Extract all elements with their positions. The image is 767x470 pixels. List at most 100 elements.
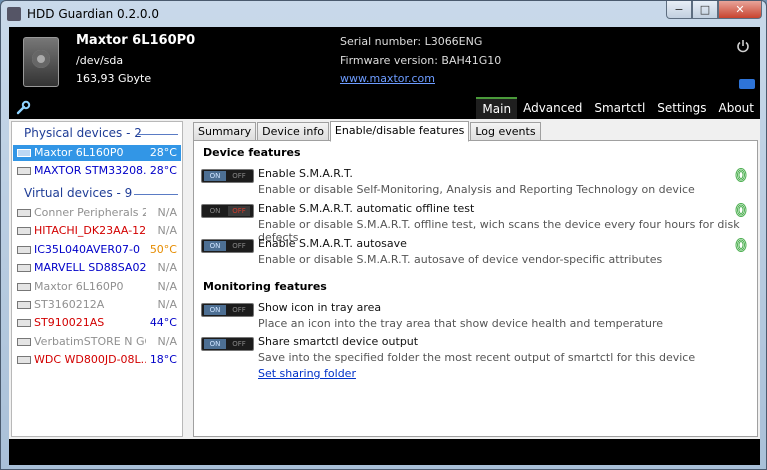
device-name: ST910021AS xyxy=(34,316,105,330)
nav-tab-advanced[interactable]: Advanced xyxy=(517,97,588,119)
toggle-off-label: OFF xyxy=(232,172,246,180)
toggle-off-label: OFF xyxy=(232,306,246,314)
maximize-button[interactable]: □ xyxy=(692,1,718,19)
device-list: Physical devices - 2 Virtual devices - 9… xyxy=(11,121,183,437)
feature-toggle[interactable]: ON OFF xyxy=(201,169,254,183)
device-temperature: 50°C xyxy=(149,242,177,256)
fingerprint-icon xyxy=(735,238,747,252)
feature-title: Enable S.M.A.R.T. autosave xyxy=(258,237,407,250)
main-nav: Main Advanced Smartctl Settings About xyxy=(9,97,760,121)
virtual-devices-header: Virtual devices - 9 xyxy=(24,186,133,200)
minimize-button[interactable]: − xyxy=(666,1,692,19)
device-name: MARVELL SD88SA02... xyxy=(34,261,146,275)
device-list-item[interactable]: VerbatimSTORE N GO N/A xyxy=(13,334,181,350)
device-temperature: N/A xyxy=(157,206,177,219)
nav-tabs: Main Advanced Smartctl Settings About xyxy=(476,97,760,121)
device-temperature: N/A xyxy=(157,224,177,238)
drive-icon xyxy=(17,319,31,328)
drive-icon xyxy=(17,282,31,291)
hard-disk-icon xyxy=(23,37,59,87)
device-list-item[interactable]: Maxtor 6L160P0 28°C xyxy=(13,145,181,161)
tab-summary[interactable]: Summary xyxy=(193,122,257,142)
toggle-on-label: ON xyxy=(204,305,226,315)
nav-tab-settings[interactable]: Settings xyxy=(651,97,712,119)
close-button[interactable]: ✕ xyxy=(718,1,762,19)
device-temperature: N/A xyxy=(157,334,177,348)
physical-devices-header: Physical devices - 2 xyxy=(24,126,142,140)
details-area: Summary Device info Enable/disable feature… xyxy=(193,121,758,437)
device-header: Maxtor 6L160P0 /dev/sda 163,93 Gbyte Ser… xyxy=(9,27,760,97)
feature-title: Share smartctl device output xyxy=(258,335,419,348)
device-list-item[interactable]: IC35L040AVER07-0 50°C xyxy=(13,242,181,258)
device-name: MAXTOR STM33208... xyxy=(34,164,146,177)
nav-tab-about[interactable]: About xyxy=(713,97,760,119)
drive-icon xyxy=(17,149,31,157)
set-sharing-folder-link[interactable]: Set sharing folder xyxy=(258,367,356,380)
device-name: ST3160212A xyxy=(34,298,105,311)
nav-tab-smartctl[interactable]: Smartctl xyxy=(588,97,651,119)
toggle-on-label: ON xyxy=(209,207,221,215)
firmware-version: Firmware version: BAH41G10 xyxy=(340,54,502,67)
power-icon[interactable] xyxy=(736,39,750,53)
vendor-link[interactable]: www.maxtor.com xyxy=(340,72,435,85)
main-content: Physical devices - 2 Virtual devices - 9… xyxy=(9,119,760,439)
device-list-item[interactable]: WDC WD800JD-08L... 18°C xyxy=(13,352,181,368)
feature-description: Enable or disable Self-Monitoring, Analy… xyxy=(258,183,695,196)
toggle-on-label: ON xyxy=(204,339,226,349)
device-path: /dev/sda xyxy=(76,54,124,67)
features-panel: Device features Monitoring features Set … xyxy=(193,140,758,437)
device-name: IC35L040AVER07-0 xyxy=(34,242,140,256)
monitoring-features-heading: Monitoring features xyxy=(203,280,327,293)
drive-icon xyxy=(17,209,31,217)
feature-toggle[interactable]: ON OFF xyxy=(201,337,254,351)
toggle-off-label: OFF xyxy=(232,340,246,348)
device-name: Maxtor 6L160P0 xyxy=(34,279,124,293)
serial-number: Serial number: L3066ENG xyxy=(340,35,483,48)
feature-title: Show icon in tray area xyxy=(258,301,382,314)
feature-description: Place an icon into the tray area that sh… xyxy=(258,317,664,330)
drive-icon xyxy=(17,337,31,346)
feature-toggle[interactable]: ON OFF xyxy=(201,239,254,253)
app-icon xyxy=(7,7,21,21)
device-temperature: 28°C xyxy=(149,146,177,159)
toggle-on-label: ON xyxy=(204,171,226,181)
feature-description: Save into the specified folder the most … xyxy=(258,351,696,364)
fingerprint-icon xyxy=(735,203,747,217)
device-name: HITACHI_DK23AA-12B xyxy=(34,224,146,238)
tab-device-info[interactable]: Device info xyxy=(257,122,329,142)
device-size: 163,93 Gbyte xyxy=(76,72,152,85)
device-list-item[interactable]: ST3160212A N/A xyxy=(13,297,181,313)
toggle-on-label: ON xyxy=(204,241,226,251)
wrench-icon[interactable] xyxy=(15,100,31,116)
device-temperature: 28°C xyxy=(149,164,177,177)
fingerprint-icon xyxy=(735,168,747,182)
tab-log-events[interactable]: Log events xyxy=(470,122,541,142)
tab-enable-disable-features[interactable]: Enable/disable features xyxy=(329,121,470,142)
sub-tabs: Summary Device info Enable/disable feature… xyxy=(193,121,542,142)
nav-tab-main[interactable]: Main xyxy=(476,97,518,121)
device-temperature: N/A xyxy=(157,261,177,275)
drive-icon xyxy=(17,301,31,309)
drive-icon xyxy=(17,264,31,273)
title-bar: HDD Guardian 0.2.0.0 − □ ✕ xyxy=(1,1,766,27)
device-name: Maxtor 6L160P0 xyxy=(34,146,124,159)
feature-description: Enable or disable S.M.A.R.T. autosave of… xyxy=(258,253,663,266)
info-badge-icon[interactable] xyxy=(739,79,755,89)
device-list-item[interactable]: Maxtor 6L160P0 N/A xyxy=(13,279,181,295)
toggle-off-label: OFF xyxy=(232,242,246,250)
feature-toggle[interactable]: ON OFF xyxy=(201,303,254,317)
device-list-item[interactable]: HITACHI_DK23AA-12B N/A xyxy=(13,223,181,239)
device-temperature: N/A xyxy=(157,298,177,311)
device-list-item[interactable]: MAXTOR STM33208... 28°C xyxy=(13,163,181,179)
status-bar xyxy=(9,439,760,465)
window-title: HDD Guardian 0.2.0.0 xyxy=(27,7,160,21)
divider xyxy=(134,194,178,195)
device-list-item[interactable]: ST910021AS 44°C xyxy=(13,315,181,331)
feature-title: Enable S.M.A.R.T. automatic offline test xyxy=(258,202,475,215)
drive-icon xyxy=(17,356,31,365)
device-list-item[interactable]: MARVELL SD88SA02... N/A xyxy=(13,260,181,276)
device-list-item[interactable]: Conner Peripherals 2... N/A xyxy=(13,205,181,221)
drive-icon xyxy=(17,167,31,175)
feature-toggle[interactable]: ON OFF xyxy=(201,204,254,218)
drive-icon xyxy=(17,227,31,236)
